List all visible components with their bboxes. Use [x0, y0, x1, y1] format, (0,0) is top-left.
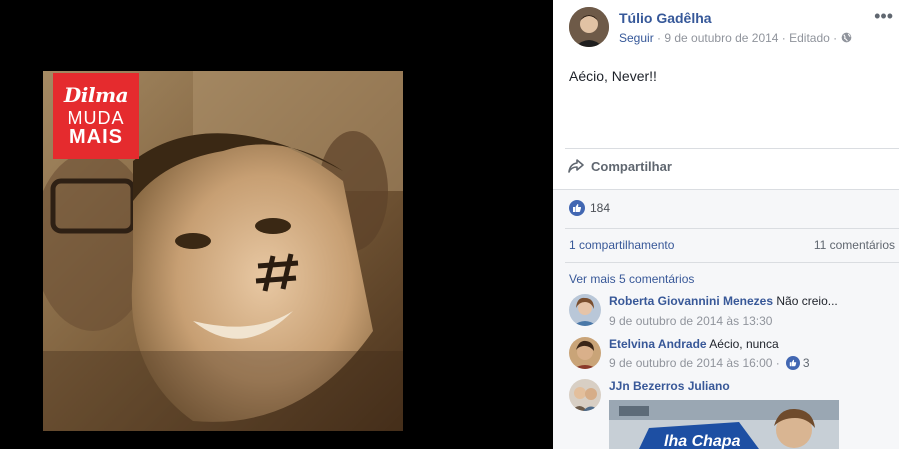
- divider: [553, 189, 899, 190]
- commenter-avatar[interactable]: [569, 294, 601, 326]
- share-button[interactable]: Compartilhar: [567, 158, 672, 174]
- like-thumb-icon: [785, 356, 800, 370]
- svg-text:lha Chapa: lha Chapa: [664, 433, 741, 449]
- comment-text: Não creio...: [776, 294, 838, 308]
- campaign-badge: Dilma MUDA MAIS: [53, 73, 139, 159]
- see-more-comments-link[interactable]: Ver mais 5 comentários: [569, 272, 694, 286]
- author-name[interactable]: Túlio Gadêlha: [619, 10, 712, 26]
- comment-meta: 9 de outubro de 2014 às 16:00 · 3: [609, 356, 810, 370]
- comment-body: JJn Bezerros Juliano: [609, 379, 730, 393]
- commenter-name[interactable]: Roberta Giovannini Menezes: [609, 294, 773, 308]
- comment-time[interactable]: 9 de outubro de 2014 às 16:00 ·: [609, 356, 780, 370]
- more-dots-icon[interactable]: •••: [874, 6, 893, 27]
- divider: [565, 262, 899, 263]
- post-panel: Túlio Gadêlha ••• Seguir · 9 de outubro …: [553, 0, 899, 449]
- shares-link[interactable]: 1 compartilhamento: [569, 238, 674, 252]
- share-arrow-icon: [568, 159, 584, 173]
- comments-count-link[interactable]: 11 comentários: [814, 238, 895, 252]
- author-avatar[interactable]: [569, 7, 609, 47]
- commenter-name[interactable]: JJn Bezerros Juliano: [609, 379, 730, 393]
- commenter-name[interactable]: Etelvina Andrade: [609, 337, 707, 351]
- badge-line-1: Dilma: [63, 83, 129, 107]
- share-label: Compartilhar: [591, 158, 672, 174]
- like-thumb-icon: [569, 200, 585, 216]
- like-count[interactable]: 184: [569, 200, 610, 216]
- badge-line-2: MUDA: [67, 108, 125, 128]
- divider: [565, 148, 899, 149]
- badge-line-3: MAIS: [69, 126, 123, 148]
- follow-link[interactable]: Seguir: [619, 31, 654, 45]
- post-date[interactable]: · 9 de outubro de 2014 · Editado ·: [657, 31, 837, 45]
- comment-time[interactable]: 9 de outubro de 2014 às 13:30: [609, 314, 772, 328]
- comment-text: Aécio, nunca: [709, 337, 779, 351]
- photo-viewer: Dilma MUDA MAIS: [0, 0, 553, 449]
- post-meta: Seguir · 9 de outubro de 2014 · Editado …: [619, 31, 852, 45]
- reaction-count[interactable]: 3: [803, 356, 810, 370]
- commenter-avatar[interactable]: [569, 337, 601, 369]
- commenter-avatar[interactable]: [569, 379, 601, 411]
- divider: [565, 228, 899, 229]
- post-text: Aécio, Never!!: [569, 68, 657, 84]
- comment-body: Etelvina Andrade Aécio, nunca: [609, 337, 779, 351]
- comment-meta: 9 de outubro de 2014 às 13:30: [609, 314, 772, 328]
- comment-body: Roberta Giovannini Menezes Não creio...: [609, 294, 838, 308]
- globe-icon: [841, 32, 851, 43]
- comment-attachment-image[interactable]: lha Chapa: [609, 400, 839, 449]
- like-count-value: 184: [590, 201, 611, 215]
